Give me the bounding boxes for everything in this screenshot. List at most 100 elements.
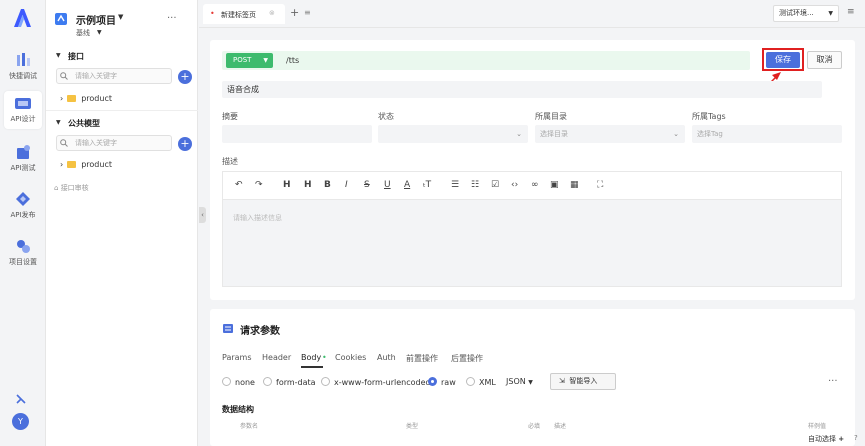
font-color-icon[interactable]: A bbox=[404, 180, 410, 190]
tab-post-operations[interactable]: 后置操作 bbox=[451, 353, 483, 364]
font-size-icon[interactable]: ₜT bbox=[423, 180, 431, 190]
redo-icon[interactable]: ↷ bbox=[255, 180, 263, 190]
add-model-button[interactable]: + bbox=[178, 137, 192, 151]
folder-label: product bbox=[81, 160, 112, 169]
collapse-icon[interactable]: ▼ bbox=[56, 52, 61, 59]
table-icon[interactable]: ▦ bbox=[570, 180, 579, 190]
tab-header[interactable]: Header bbox=[262, 353, 291, 362]
col-type: 类型 bbox=[406, 423, 419, 430]
rail-api-design[interactable]: API设计 bbox=[4, 91, 42, 129]
image-icon[interactable]: ▣ bbox=[550, 180, 559, 190]
auto-select-label: 自动选择 bbox=[808, 435, 836, 443]
environment-select[interactable]: 测试环境... ▼ bbox=[773, 5, 839, 22]
italic-icon[interactable]: I bbox=[345, 180, 348, 190]
project-dropdown-icon[interactable]: ▼ bbox=[118, 13, 123, 21]
rail-project-settings[interactable]: 项目设置 bbox=[4, 234, 42, 272]
tab-cookies[interactable]: Cookies bbox=[335, 353, 366, 362]
cancel-button[interactable]: 取消 bbox=[807, 51, 842, 69]
collapse-sidebar-handle[interactable]: ‹ bbox=[199, 207, 206, 223]
tab-params[interactable]: Params bbox=[222, 353, 252, 362]
summary-input[interactable] bbox=[222, 125, 372, 143]
editor-toolbar: ↶ ↷ H H B I S U A ₜT ☰ ☷ ☑ ‹› ∞ ▣ ▦ ⛶ bbox=[222, 171, 842, 199]
rail-label: 快捷调试 bbox=[9, 72, 37, 80]
tab-auth[interactable]: Auth bbox=[377, 353, 396, 362]
tab-pre-operations[interactable]: 前置操作 bbox=[406, 353, 438, 364]
search-input[interactable]: 请输入关键字 bbox=[56, 68, 172, 84]
body-type-xml[interactable]: XML bbox=[466, 377, 496, 387]
method-select[interactable]: POST ▼ bbox=[226, 53, 273, 68]
underline-icon[interactable]: U bbox=[384, 180, 391, 190]
plus-icon: + bbox=[838, 435, 845, 443]
url-bar bbox=[222, 51, 750, 70]
fullscreen-icon[interactable]: ⛶ bbox=[597, 180, 603, 190]
collapse-icon[interactable]: ▼ bbox=[56, 119, 61, 126]
radio-selected-icon bbox=[428, 377, 437, 386]
radio-icon bbox=[263, 377, 272, 386]
folder-icon bbox=[67, 161, 77, 168]
help-icon[interactable]: ? bbox=[854, 434, 858, 442]
status-select[interactable]: ⌄ bbox=[378, 125, 528, 143]
tags-select[interactable]: 选择Tag bbox=[692, 125, 842, 143]
rail-api-publish[interactable]: API发布 bbox=[4, 187, 42, 225]
auto-select-control[interactable]: 自动选择 + bbox=[808, 434, 844, 444]
search-icon bbox=[60, 72, 68, 80]
undo-icon[interactable]: ↶ bbox=[235, 180, 243, 190]
body-indicator-dot-icon: • bbox=[322, 353, 327, 362]
tags-placeholder: 选择Tag bbox=[697, 130, 723, 138]
format-value: JSON bbox=[506, 377, 526, 386]
link-icon[interactable]: ∞ bbox=[531, 180, 539, 190]
tree-folder-product[interactable]: › product bbox=[60, 160, 112, 169]
smart-import-button[interactable]: ⇲ 智能导入 bbox=[550, 373, 616, 390]
branch-selector[interactable]: 基线 bbox=[76, 28, 90, 38]
heading1-icon[interactable]: H bbox=[283, 180, 291, 190]
review-label: 接口审核 bbox=[60, 184, 89, 192]
bold-icon[interactable]: B bbox=[324, 180, 331, 190]
model-search-input[interactable]: 请输入关键字 bbox=[56, 135, 172, 151]
description-editor[interactable]: 请输入描述信息 bbox=[222, 199, 842, 287]
more-icon[interactable]: ··· bbox=[167, 13, 177, 24]
interface-section-title: 接口 bbox=[68, 52, 84, 61]
body-type-urlencoded[interactable]: x-www-form-urlencoded bbox=[321, 377, 431, 387]
review-item[interactable]: ⌂ 接口审核 bbox=[54, 183, 89, 193]
rail-api-test[interactable]: API测试 bbox=[4, 140, 42, 178]
add-interface-button[interactable]: + bbox=[178, 70, 192, 84]
url-input[interactable]: /tts bbox=[286, 56, 299, 65]
rail-label: 项目设置 bbox=[9, 258, 37, 266]
heading2-icon[interactable]: H bbox=[304, 180, 312, 190]
bullet-list-icon[interactable]: ☰ bbox=[451, 180, 459, 190]
smart-import-label: 智能导入 bbox=[569, 377, 598, 385]
publish-icon bbox=[16, 192, 30, 206]
branch-dropdown-icon[interactable]: ▼ bbox=[97, 29, 102, 36]
tab-list-icon[interactable]: ≡ bbox=[304, 8, 311, 17]
tab-body[interactable]: Body bbox=[301, 353, 321, 362]
tab-label: 新建标签页 bbox=[221, 11, 256, 19]
search-placeholder: 请输入关键字 bbox=[75, 72, 117, 80]
unsaved-dot-icon: • bbox=[210, 9, 215, 18]
close-tab-icon[interactable]: ⊗ bbox=[269, 9, 275, 17]
environment-menu-icon[interactable]: ≡ bbox=[847, 7, 855, 17]
tools-icon[interactable] bbox=[15, 393, 27, 405]
avatar[interactable]: Y bbox=[12, 413, 29, 430]
save-button[interactable]: 保存 bbox=[766, 52, 800, 68]
more-options-icon[interactable]: ··· bbox=[828, 376, 838, 387]
search-icon bbox=[60, 139, 68, 147]
project-name[interactable]: 示例项目 bbox=[76, 12, 116, 27]
api-name-input[interactable]: 语音合成 bbox=[222, 81, 822, 98]
left-rail: 快捷调试 API设计 API测试 API发布 项目设置 Y bbox=[0, 0, 46, 446]
settings-icon bbox=[17, 240, 30, 253]
tree-folder-product[interactable]: › product bbox=[60, 94, 112, 103]
task-list-icon[interactable]: ☑ bbox=[491, 180, 499, 190]
body-type-form-data[interactable]: form-data bbox=[263, 377, 316, 387]
tab-new[interactable]: • 新建标签页 ⊗ bbox=[203, 4, 285, 24]
test-icon bbox=[17, 145, 30, 159]
rail-quick-debug[interactable]: 快捷调试 bbox=[4, 48, 42, 86]
add-tab-icon[interactable]: + bbox=[290, 6, 299, 19]
strikethrough-icon[interactable]: S bbox=[364, 180, 370, 190]
body-type-none[interactable]: none bbox=[222, 377, 255, 387]
ordered-list-icon[interactable]: ☷ bbox=[471, 180, 479, 190]
format-select[interactable]: JSON ▼ bbox=[506, 377, 533, 386]
code-icon[interactable]: ‹› bbox=[511, 180, 518, 190]
sidebar: 示例项目 ▼ 基线 ▼ ··· ▼ 接口 请输入关键字 + › product ▼… bbox=[46, 0, 198, 446]
body-type-raw[interactable]: raw bbox=[428, 377, 456, 387]
directory-select[interactable]: 选择目录 ⌄ bbox=[535, 125, 685, 143]
